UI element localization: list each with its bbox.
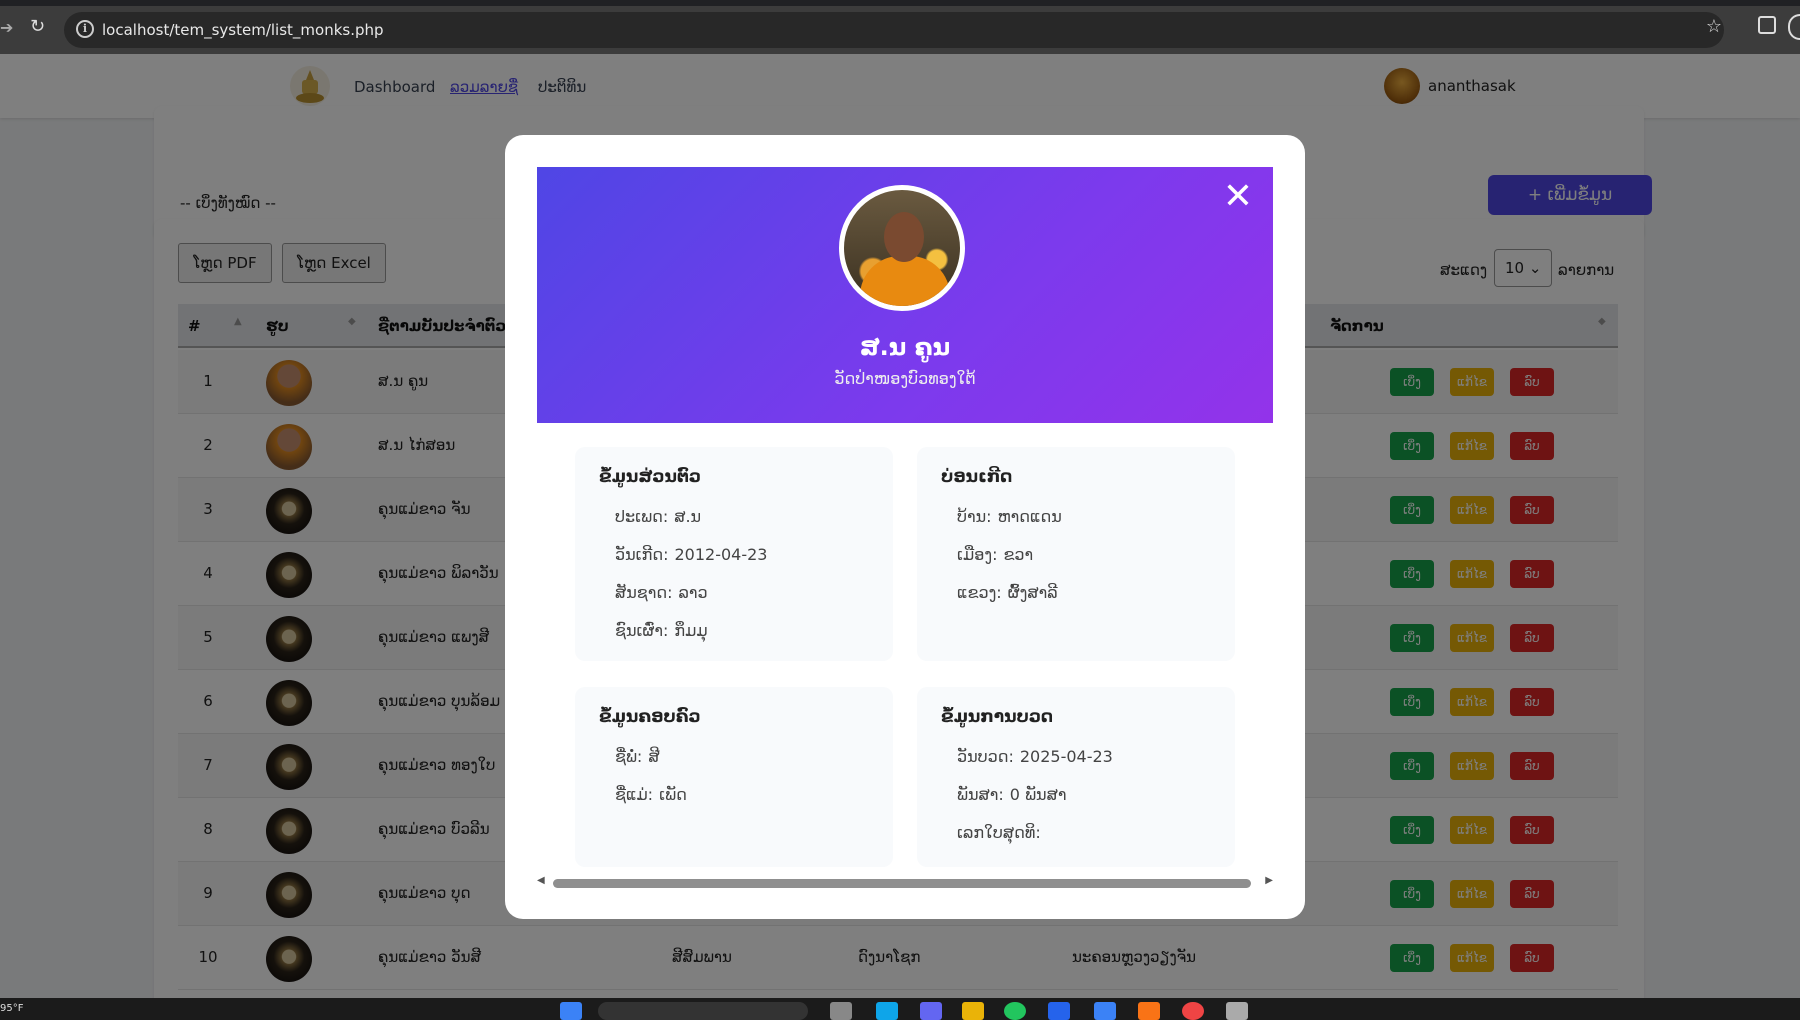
info-row: ສັນຊາດ: ລາວ: [615, 583, 767, 621]
browser-icon[interactable]: [1004, 1002, 1026, 1020]
info-row: ຊື່ແມ່: ເພັດ: [615, 785, 687, 823]
info-row: ຊົນເຜົ່າ: ກຶມມຸ: [615, 621, 767, 659]
app-icon[interactable]: [1226, 1002, 1248, 1020]
info-value: ຫາດແດນ: [997, 507, 1062, 526]
info-value: ເພັດ: [659, 785, 687, 804]
info-row: ເລກໃບສຸດທິ:: [957, 823, 1113, 861]
info-key: ແຂວງ:: [957, 583, 1002, 602]
start-icon[interactable]: [560, 1002, 582, 1020]
card-rows: ຊື່ພໍ່: ສີຊື່ແມ່: ເພັດ: [615, 747, 687, 823]
info-key: ຊື່ພໍ່:: [615, 747, 643, 766]
info-key: ວັນເກີດ:: [615, 545, 669, 564]
horizontal-scrollbar[interactable]: ◀ ▶: [537, 875, 1273, 889]
profile-photo: [839, 185, 965, 311]
forward-icon[interactable]: ➔: [0, 18, 13, 37]
taskbar-search[interactable]: [598, 1002, 808, 1020]
card-title: ບ່ອນເກີດ: [941, 467, 1013, 487]
address-bar[interactable]: i localhost/tem_system/list_monks.php: [64, 12, 1724, 48]
personal-info-card: ຂໍ້ມູນສ່ວນຕົວ ປະເພດ: ສ.ນວັນເກີດ: 2012-04-2…: [575, 447, 893, 661]
info-value: ກຶມມຸ: [674, 621, 708, 640]
info-key: ບ້ານ:: [957, 507, 992, 526]
info-row: ບ້ານ: ຫາດແດນ: [957, 507, 1062, 545]
face-shape: [884, 212, 924, 262]
weather-temp: 95°F: [0, 1003, 24, 1014]
info-row: ເມືອງ: ຂວາ: [957, 545, 1062, 583]
card-title: ຂໍ້ມູນສ່ວນຕົວ: [599, 467, 702, 487]
info-value: 0 ພັນສາ: [1009, 785, 1067, 804]
card-title: ຂໍ້ມູນຄອບຄົວ: [599, 707, 701, 727]
info-key: ຊົນເຜົ່າ:: [615, 621, 669, 640]
folder-icon[interactable]: [962, 1002, 984, 1020]
taskbar: 95°F: [0, 998, 1800, 1020]
scroll-thumb[interactable]: [553, 879, 1251, 888]
info-value: ລາວ: [678, 583, 708, 602]
app-icon[interactable]: [830, 1002, 852, 1020]
card-rows: ປະເພດ: ສ.ນ ວັນເກີດ: 2012-04-23 ສັນຊາດ: ລາວ ຊົນ…: [615, 507, 767, 659]
browser-toolbar: ➔ ↻ i localhost/tem_system/list_monks.ph…: [0, 0, 1800, 54]
card-rows: ບ້ານ: ຫາດແດນເມືອງ: ຂວາ ແຂວງ: ຜົ້ງສາລີ: [957, 507, 1062, 621]
info-value: ສີ: [648, 747, 660, 766]
info-key: ເລກໃບສຸດທິ:: [957, 823, 1041, 842]
ordination-card: ຂໍ້ມູນການບວດ ວັນບວດ: 2025-04-23 ພັນສາ: 0 ພັ…: [917, 687, 1235, 867]
info-row: ວັນບວດ: 2025-04-23: [957, 747, 1113, 785]
extensions-icon[interactable]: [1758, 16, 1776, 34]
info-key: ປະເພດ:: [615, 507, 669, 526]
card-rows: ວັນບວດ: 2025-04-23 ພັນສາ: 0 ພັນສາເລກໃບສຸດທິ…: [957, 747, 1113, 861]
vscode-icon[interactable]: [1094, 1002, 1116, 1020]
app-icon[interactable]: [876, 1002, 898, 1020]
modal-header: ✕ ສ.ນ ຄູນ ວັດປ່າໜອງບົວທອງໃຕ້: [537, 167, 1273, 423]
scroll-left-icon[interactable]: ◀: [537, 875, 545, 886]
birthplace-card: ບ່ອນເກີດ ບ້ານ: ຫາດແດນເມືອງ: ຂວາ ແຂວງ: ຜົ້ງສາ…: [917, 447, 1235, 661]
chrome-icon[interactable]: [1182, 1002, 1204, 1020]
family-card: ຂໍ້ມູນຄອບຄົວ ຊື່ພໍ່: ສີຊື່ແມ່: ເພັດ: [575, 687, 893, 867]
profile-icon[interactable]: [1788, 14, 1800, 40]
url-text[interactable]: localhost/tem_system/list_monks.php: [102, 21, 384, 39]
modal-name: ສ.ນ ຄູນ: [859, 333, 951, 361]
close-icon[interactable]: ✕: [1223, 179, 1253, 215]
info-row: ປະເພດ: ສ.ນ: [615, 507, 767, 545]
info-key: ເມືອງ:: [957, 545, 998, 564]
info-value: ສ.ນ: [674, 507, 702, 526]
app-icon[interactable]: [1048, 1002, 1070, 1020]
scroll-right-icon[interactable]: ▶: [1265, 875, 1273, 886]
info-key: ສັນຊາດ:: [615, 583, 673, 602]
tab-strip: [0, 0, 1800, 6]
detail-modal: ✕ ສ.ນ ຄູນ ວັດປ່າໜອງບົວທອງໃຕ້ ຂໍ້ມູນສ່ວນຕ…: [505, 135, 1305, 919]
info-row: ແຂວງ: ຜົ້ງສາລີ: [957, 583, 1062, 621]
modal-temple: ວັດປ່າໜອງບົວທອງໃຕ້: [834, 369, 976, 388]
info-value: ຜົ້ງສາລີ: [1007, 583, 1058, 602]
robe-shape: [860, 256, 950, 306]
info-row: ວັນເກີດ: 2012-04-23: [615, 545, 767, 583]
app-icon[interactable]: [1138, 1002, 1160, 1020]
info-value: 2025-04-23: [1019, 747, 1113, 766]
app-icon[interactable]: [920, 1002, 942, 1020]
info-row: ຊື່ພໍ່: ສີ: [615, 747, 687, 785]
info-value: ຂວາ: [1003, 545, 1034, 564]
info-key: ຊື່ແມ່:: [615, 785, 654, 804]
info-row: ພັນສາ: 0 ພັນສາ: [957, 785, 1113, 823]
info-key: ພັນສາ:: [957, 785, 1004, 804]
info-value: 2012-04-23: [674, 545, 768, 564]
reload-icon[interactable]: ↻: [30, 16, 45, 37]
card-title: ຂໍ້ມູນການບວດ: [941, 707, 1054, 727]
info-key: ວັນບວດ:: [957, 747, 1014, 766]
bookmark-star-icon[interactable]: ☆: [1706, 16, 1722, 37]
site-info-icon[interactable]: i: [76, 20, 94, 38]
